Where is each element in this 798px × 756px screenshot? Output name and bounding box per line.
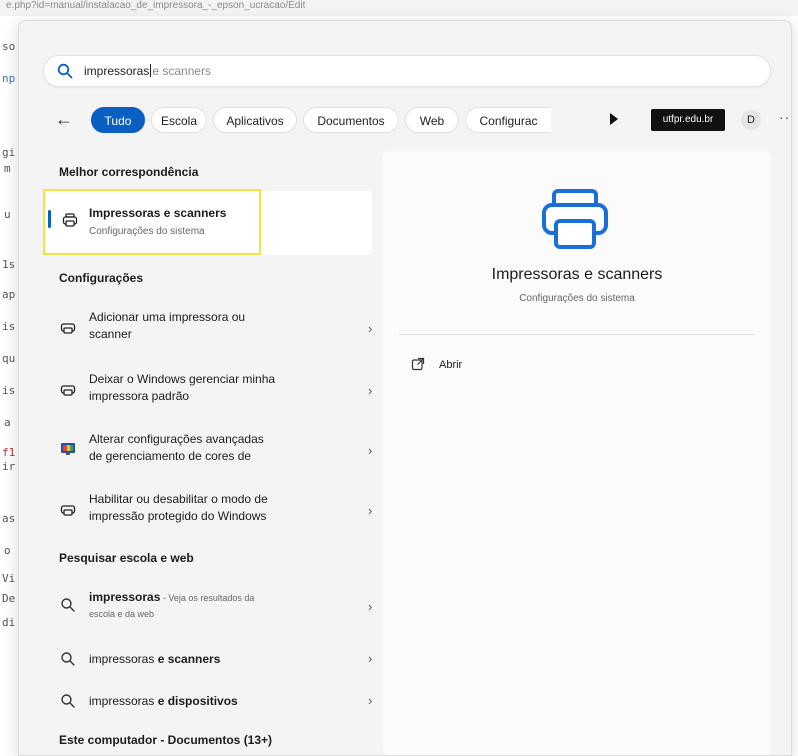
background-text: a <box>4 416 11 429</box>
open-external-icon <box>411 357 425 371</box>
background-text: ir <box>2 460 16 473</box>
settings-item-line1: Adicionar uma impressora ou <box>89 310 246 324</box>
settings-item-line2: impressora padrão <box>89 389 190 403</box>
avatar[interactable]: D <box>741 110 761 130</box>
web-result-line2: escola e da web <box>89 609 155 619</box>
settings-item[interactable]: Alterar configurações avançadas de geren… <box>46 427 372 475</box>
settings-item-line2: de gerenciamento de cores de <box>89 449 252 463</box>
search-icon <box>61 598 75 612</box>
detail-pane: Impressoras e scanners Configurações do … <box>383 151 771 755</box>
web-result-query: impressoras <box>89 694 158 708</box>
background-text: ap <box>2 288 16 301</box>
settings-item-line1: Deixar o Windows gerenciar minha <box>89 372 276 386</box>
search-suggestion: e scanners <box>152 64 212 78</box>
settings-item-line1: Alterar configurações avançadas <box>89 432 264 446</box>
search-flyout: impressoras e scanners ← Tudo Escola Apli… <box>18 20 792 756</box>
chevron-right-icon: › <box>368 503 373 518</box>
filter-chip-aplicativos[interactable]: Aplicativos <box>213 107 297 133</box>
detail-subtitle: Configurações do sistema <box>519 293 635 304</box>
best-match-heading: Melhor correspondência <box>59 165 199 179</box>
web-result-text: impressoras e scanners <box>89 651 220 668</box>
background-text: so <box>2 40 16 53</box>
filter-bar: ← Tudo Escola Aplicativos Documentos Web… <box>55 105 791 135</box>
chevron-right-icon: › <box>368 693 373 708</box>
chevron-right-icon: › <box>368 321 373 336</box>
background-text: as <box>2 512 16 525</box>
search-input[interactable]: impressoras e scanners <box>43 55 771 87</box>
filter-chip-escola[interactable]: Escola <box>151 107 207 133</box>
settings-item-line1: Habilitar ou desabilitar o modo de <box>89 492 268 506</box>
background-text: qu <box>2 352 16 365</box>
settings-item[interactable]: Habilitar ou desabilitar o modo de impre… <box>46 487 372 535</box>
printer-icon <box>60 323 76 334</box>
settings-item-line2: scanner <box>89 327 132 341</box>
detail-title: Impressoras e scanners <box>491 266 663 283</box>
web-search-heading: Pesquisar escola e web <box>59 551 194 565</box>
printer-icon <box>60 505 76 516</box>
settings-heading: Configurações <box>59 271 144 285</box>
more-filters-arrow-icon[interactable] <box>610 113 618 125</box>
web-result-line1: impressoras - Veja os resultados da <box>89 589 254 607</box>
search-query: impressoras e scanners <box>84 64 211 78</box>
settings-item-line2: impressão protegido do Windows <box>89 509 267 523</box>
web-result-item[interactable]: impressoras e scanners › <box>46 645 372 675</box>
settings-item[interactable]: Adicionar uma impressora ou scanner › <box>46 305 372 353</box>
web-result-completion: e dispositivos <box>157 694 238 708</box>
open-label: Abrir <box>439 359 463 371</box>
filter-chip-tudo[interactable]: Tudo <box>91 107 145 133</box>
web-result-completion: e scanners <box>157 652 221 666</box>
web-result-query: impressoras <box>89 652 158 666</box>
background-text: di <box>2 616 16 629</box>
divider <box>399 334 755 335</box>
background-text: is <box>2 320 16 333</box>
chevron-right-icon: › <box>368 651 373 666</box>
background-text: gi <box>2 146 16 159</box>
background-text: o <box>4 544 11 557</box>
printer-icon <box>60 385 76 396</box>
web-result-item[interactable]: impressoras - Veja os resultados da esco… <box>46 583 372 629</box>
settings-item[interactable]: Deixar o Windows gerenciar minha impress… <box>46 367 372 415</box>
search-icon <box>61 652 75 666</box>
background-text: is <box>2 384 16 397</box>
filter-chip-configuracoes[interactable]: Configurac <box>465 107 551 133</box>
background-text: 1s <box>2 258 16 271</box>
chevron-right-icon: › <box>368 443 373 458</box>
search-icon <box>57 63 73 79</box>
background-link: np <box>2 72 16 85</box>
more-options-icon[interactable]: ··· <box>779 109 791 125</box>
color-management-icon <box>61 443 75 455</box>
chevron-right-icon: › <box>368 383 373 398</box>
filter-chip-documentos[interactable]: Documentos <box>303 107 399 133</box>
search-query-text: impressoras <box>84 64 150 78</box>
background-text: u <box>4 208 11 221</box>
yellow-highlight-box <box>43 189 261 255</box>
web-result-hint: - Veja os resultados da <box>160 593 255 603</box>
background-url-bar: e.php?id=manual/instalacao_de_impressora… <box>0 0 798 16</box>
web-result-item[interactable]: impressoras e dispositivos › <box>46 687 372 717</box>
background-text: Vi <box>2 572 16 585</box>
back-arrow-icon[interactable]: ← <box>55 108 77 130</box>
chevron-right-icon: › <box>368 599 373 614</box>
background-text: f1 <box>2 446 16 459</box>
organization-badge[interactable]: utfpr.edu.br <box>651 109 725 131</box>
background-text: De <box>2 592 16 605</box>
background-text: m <box>4 162 11 175</box>
web-result-text: impressoras e dispositivos <box>89 693 238 710</box>
printer-icon <box>542 189 608 249</box>
web-result-query: impressoras <box>89 590 161 604</box>
filter-chip-web[interactable]: Web <box>405 107 459 133</box>
search-icon <box>61 694 75 708</box>
this-pc-documents-heading: Este computador - Documentos (13+) <box>59 733 273 747</box>
